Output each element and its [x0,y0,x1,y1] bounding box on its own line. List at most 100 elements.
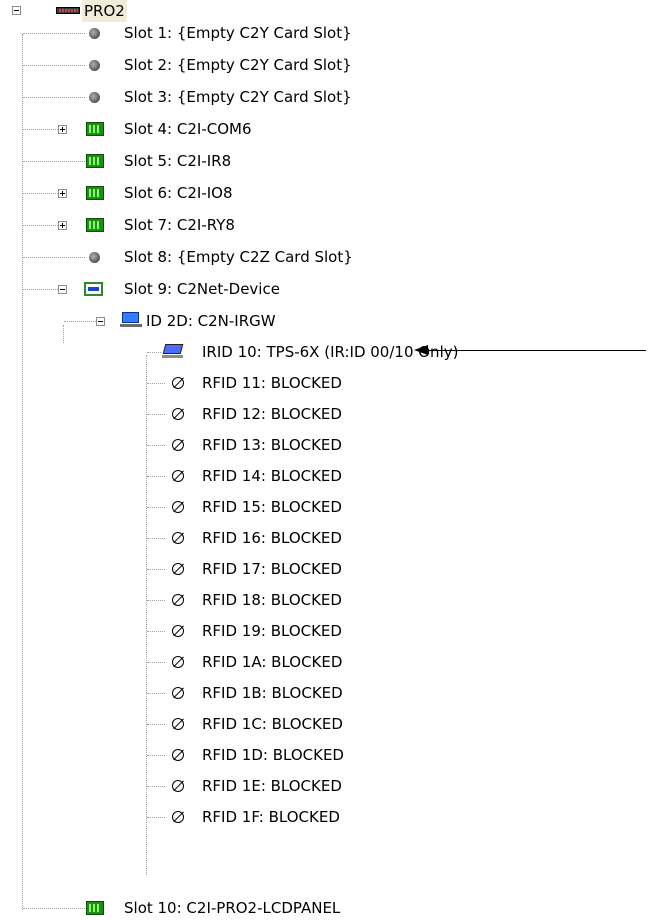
arrow-shaft [427,350,646,351]
tree-branch-line [147,507,165,508]
tree-branch-line [147,445,165,446]
tree-branch-line [147,662,165,663]
tree-node-rfid-12[interactable]: RFID 12: BLOCKED [0,403,420,425]
tree-node-label: Slot 2: {Empty C2Y Card Slot} [124,56,352,74]
tree-node-label: ID 2D: C2N-IRGW [146,312,276,330]
tree-node-label: Slot 6: C2I-IO8 [124,184,233,202]
tree-node-rfid-19[interactable]: RFID 19: BLOCKED [0,620,420,642]
tree-node-label: RFID 1F: BLOCKED [202,808,340,826]
blocked-icon [172,625,184,637]
tree-branch-line [147,755,165,756]
tree-node-rfid-1e[interactable]: RFID 1E: BLOCKED [0,775,420,797]
blocked-icon [172,780,184,792]
tree-branch-line [23,908,85,909]
tree-node-slot-5[interactable]: Slot 5: C2I-IR8 [0,150,430,172]
blocked-icon [172,377,184,389]
tree-node-label: Slot 5: C2I-IR8 [124,152,232,170]
collapse-toggle[interactable] [12,6,21,15]
tree-branch-line [147,414,165,415]
tree-branch-line [23,33,85,34]
card-icon [86,901,104,915]
tree-node-slot-7[interactable]: Slot 7: C2I-RY8 [0,214,430,236]
tree-node-rfid-14[interactable]: RFID 14: BLOCKED [0,465,420,487]
tree-node-rfid-15[interactable]: RFID 15: BLOCKED [0,496,420,518]
card-icon [86,154,104,168]
blocked-icon [172,749,184,761]
tree-branch-line [23,289,58,290]
tree-node-label: RFID 13: BLOCKED [202,436,342,454]
collapse-toggle[interactable] [96,317,105,326]
tree-node-label: RFID 1E: BLOCKED [202,777,342,795]
tree-node-label: PRO2 [82,0,127,22]
tree-node-label: RFID 12: BLOCKED [202,405,342,423]
device-tree: PRO2 Slot 1: {Empty C2Y Card Slot} Slot … [0,0,649,920]
tree-node-slot-3[interactable]: Slot 3: {Empty C2Y Card Slot} [0,86,430,108]
blocked-icon [172,563,184,575]
expand-toggle[interactable] [58,221,67,230]
blocked-icon [172,687,184,699]
tree-node-label: Slot 8: {Empty C2Z Card Slot} [124,248,353,266]
tree-branch-line [23,257,85,258]
tree-node-label: RFID 1A: BLOCKED [202,653,343,671]
tree-node-label: RFID 19: BLOCKED [202,622,342,640]
tree-node-rfid-1c[interactable]: RFID 1C: BLOCKED [0,713,420,735]
tree-node-label: Slot 7: C2I-RY8 [124,216,235,234]
tree-branch-line [147,538,165,539]
tree-branch-line [23,193,58,194]
tree-node-rfid-13[interactable]: RFID 13: BLOCKED [0,434,420,456]
tree-branch-line [23,225,58,226]
tree-branch-line [147,817,165,818]
tree-node-label: RFID 16: BLOCKED [202,529,342,547]
tree-node-rfid-17[interactable]: RFID 17: BLOCKED [0,558,420,580]
tree-node-label: RFID 1C: BLOCKED [202,715,343,733]
blocked-icon [172,718,184,730]
tree-node-irid-10[interactable]: IRID 10: TPS-6X (IR:ID 00/10 Only) [0,341,458,363]
expand-toggle[interactable] [58,125,67,134]
tree-branch-line [147,383,165,384]
arrow-head [414,345,428,355]
blocked-icon [172,594,184,606]
tree-node-root[interactable]: PRO2 [0,0,150,22]
tree-node-device-irgw[interactable]: ID 2D: C2N-IRGW [0,310,430,332]
tree-branch-line [147,352,161,353]
pro2-processor-icon [56,7,80,14]
tree-node-rfid-11[interactable]: RFID 11: BLOCKED [0,372,420,394]
tree-node-slot-8[interactable]: Slot 8: {Empty C2Z Card Slot} [0,246,430,268]
tree-node-label: RFID 17: BLOCKED [202,560,342,578]
tree-node-label: RFID 15: BLOCKED [202,498,342,516]
ir-gateway-icon [120,312,142,328]
card-icon [86,122,104,136]
collapse-toggle[interactable] [58,285,67,294]
blocked-icon [172,439,184,451]
tree-line-device [146,355,147,875]
tree-branch-line [147,476,165,477]
tree-node-slot-9[interactable]: Slot 9: C2Net-Device [0,278,430,300]
tree-branch-line [23,65,85,66]
blocked-icon [172,811,184,823]
tree-branch-line [147,693,165,694]
tree-node-label: RFID 1D: BLOCKED [202,746,344,764]
tree-node-slot-4[interactable]: Slot 4: C2I-COM6 [0,118,430,140]
tree-node-rfid-1f[interactable]: RFID 1F: BLOCKED [0,806,420,828]
tree-node-rfid-1d[interactable]: RFID 1D: BLOCKED [0,744,420,766]
tree-node-label: Slot 4: C2I-COM6 [124,120,252,138]
tree-node-label: Slot 1: {Empty C2Y Card Slot} [124,24,352,42]
empty-slot-icon [89,92,100,103]
tree-branch-line [147,724,165,725]
tree-node-rfid-1b[interactable]: RFID 1B: BLOCKED [0,682,420,704]
tree-node-slot-2[interactable]: Slot 2: {Empty C2Y Card Slot} [0,54,430,76]
tree-node-label: RFID 14: BLOCKED [202,467,342,485]
tree-node-rfid-18[interactable]: RFID 18: BLOCKED [0,589,420,611]
tree-node-rfid-16[interactable]: RFID 16: BLOCKED [0,527,420,549]
empty-slot-icon [89,28,100,39]
expand-toggle[interactable] [58,189,67,198]
tree-node-slot-1[interactable]: Slot 1: {Empty C2Y Card Slot} [0,22,430,44]
tree-branch-line [147,569,165,570]
tree-node-label: RFID 11: BLOCKED [202,374,342,392]
tree-node-slot-10[interactable]: Slot 10: C2I-PRO2-LCDPANEL [0,897,430,919]
tree-branch-line [147,631,165,632]
tree-node-slot-6[interactable]: Slot 6: C2I-IO8 [0,182,430,204]
card-icon [86,186,104,200]
blocked-icon [172,656,184,668]
tree-node-rfid-1a[interactable]: RFID 1A: BLOCKED [0,651,420,673]
